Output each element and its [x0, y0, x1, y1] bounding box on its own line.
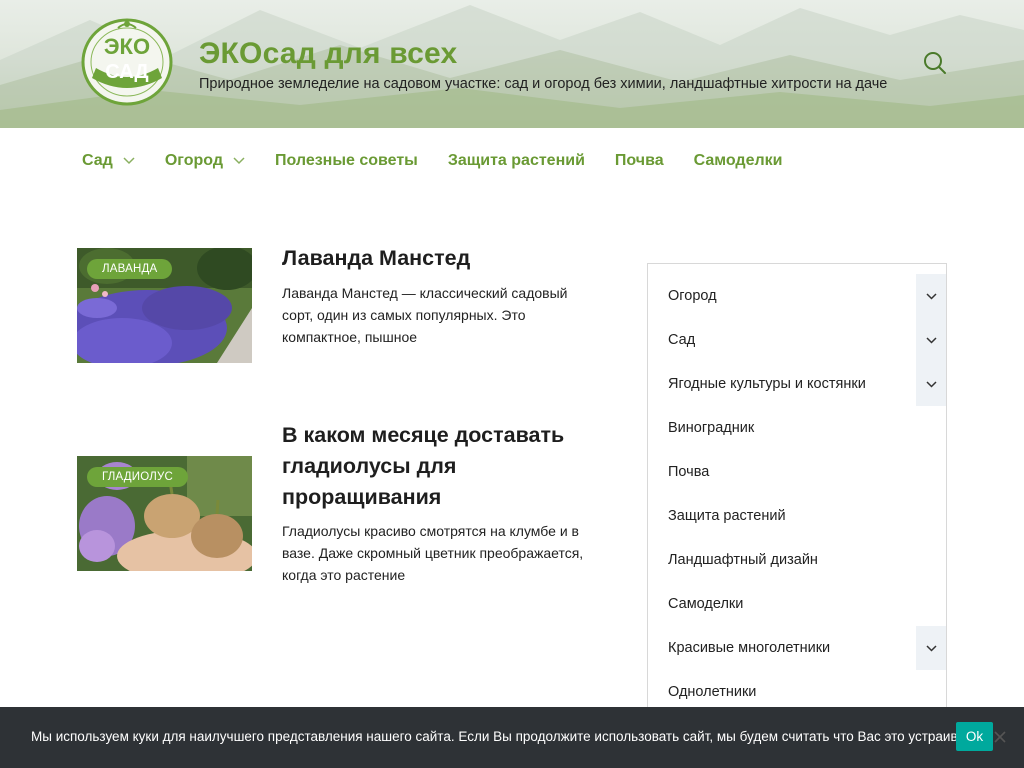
svg-text:САД: САД [105, 61, 148, 83]
nav-item-label: Почва [614, 152, 664, 169]
sidebar-item-vineyard[interactable]: Виноградник [648, 406, 946, 450]
post-card: ЛАВАНДА Лаванда Манстед Лаванда Манстед … [77, 246, 597, 378]
sidebar-item-label: Самоделки [668, 596, 744, 612]
sidebar-item-label: Ягодные культуры и костянки [668, 376, 866, 392]
chevron-down-icon [925, 380, 937, 388]
main-navigation: Сад Огород Полезные советы Защита растен… [82, 148, 813, 174]
submenu-toggle[interactable] [916, 626, 946, 670]
nav-item-plant-protection[interactable]: Защита растений [448, 152, 585, 170]
nav-item-tips[interactable]: Полезные советы [275, 152, 418, 170]
category-badge[interactable]: ГЛАДИОЛУС [87, 467, 189, 487]
post-title[interactable]: В каком месяце доставать гладиолусы для … [282, 420, 592, 513]
close-icon[interactable] [992, 729, 1008, 745]
sidebar-category-menu: Огород Сад Ягодные культуры и костянки В… [647, 263, 947, 723]
chevron-down-icon [925, 292, 937, 300]
chevron-down-icon [925, 644, 937, 652]
post-card: ГЛАДИОЛУС В каком месяце доставать глади… [77, 420, 597, 590]
sidebar-item-landscape[interactable]: Ландшафтный дизайн [648, 538, 946, 582]
chevron-down-icon [123, 157, 135, 165]
nav-item-label: Огород [164, 152, 223, 169]
nav-item-label: Защита растений [447, 152, 585, 169]
submenu-toggle[interactable] [916, 318, 946, 362]
sidebar-item-ogorod[interactable]: Огород [648, 274, 946, 318]
sidebar-item-berries[interactable]: Ягодные культуры и костянки [648, 362, 946, 406]
site-title[interactable]: ЭКОсад для всех [199, 37, 457, 71]
post-excerpt: Лаванда Манстед — классический садовый с… [282, 285, 568, 345]
sidebar-item-label: Виноградник [668, 420, 755, 436]
category-badge[interactable]: ЛАВАНДА [87, 259, 173, 279]
cookie-notice-text: Мы используем куки для наилучшего предст… [31, 729, 981, 744]
sidebar-item-label: Однолетники [668, 684, 757, 700]
nav-item-label: Сад [82, 152, 113, 169]
sidebar-item-sad[interactable]: Сад [648, 318, 946, 362]
sidebar-item-plant-protection[interactable]: Защита растений [648, 494, 946, 538]
cookie-notice-bar: Мы используем куки для наилучшего предст… [0, 707, 1024, 768]
submenu-toggle[interactable] [916, 274, 946, 318]
nav-item-label: Полезные советы [274, 152, 418, 169]
sidebar-item-diy[interactable]: Самоделки [648, 582, 946, 626]
post-excerpt: Гладиолусы красиво смотрятся на клумбе и… [282, 523, 584, 583]
site-description: Природное земледелие на садовом участке:… [199, 76, 888, 92]
search-icon[interactable] [922, 50, 948, 76]
chevron-down-icon [925, 336, 937, 344]
submenu-toggle[interactable] [916, 362, 946, 406]
sidebar-item-soil[interactable]: Почва [648, 450, 946, 494]
sidebar-item-label: Сад [668, 332, 696, 348]
nav-item-sad[interactable]: Сад [82, 152, 135, 170]
nav-item-diy[interactable]: Самоделки [694, 152, 783, 170]
chevron-down-icon [233, 157, 245, 165]
sidebar-item-label: Ландшафтный дизайн [668, 552, 818, 568]
nav-item-ogorod[interactable]: Огород [165, 152, 245, 170]
nav-item-soil[interactable]: Почва [615, 152, 664, 170]
post-title[interactable]: Лаванда Манстед [282, 243, 592, 274]
sidebar-item-label: Красивые многолетники [668, 640, 831, 656]
post-thumbnail[interactable]: ЛАВАНДА [77, 248, 252, 363]
sidebar-item-label: Почва [668, 464, 710, 480]
site-header: ЭКО САД ЭКОсад для всех Природное землед… [0, 0, 1024, 128]
post-thumbnail[interactable]: ГЛАДИОЛУС [77, 456, 252, 571]
site-logo[interactable]: ЭКО САД [78, 16, 176, 108]
sidebar-item-label: Огород [668, 288, 717, 304]
cookie-accept-button[interactable]: Ok [956, 722, 993, 751]
sidebar-item-label: Защита растений [668, 508, 786, 524]
svg-text:ЭКО: ЭКО [104, 34, 150, 59]
nav-item-label: Самоделки [693, 152, 783, 169]
sidebar-item-perennials[interactable]: Красивые многолетники [648, 626, 946, 670]
